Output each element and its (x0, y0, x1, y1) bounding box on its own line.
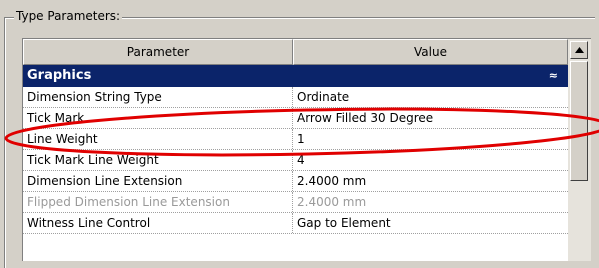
parameter-value: 2.4000 mm (297, 195, 367, 209)
table-row[interactable]: Tick Mark Arrow Filled 30 Degree (23, 108, 568, 129)
table-row[interactable]: Tick Mark Line Weight 4 (23, 150, 568, 171)
parameter-name: Tick Mark (23, 108, 293, 128)
group-header-graphics[interactable]: Graphics ≈ (23, 65, 568, 87)
table-row[interactable]: Dimension String Type Ordinate (23, 87, 568, 108)
grid-rows: Graphics ≈ Dimension String Type Ordinat… (23, 65, 568, 234)
table-row[interactable]: Dimension Line Extension 2.4000 mm (23, 171, 568, 192)
table-row: Flipped Dimension Line Extension 2.4000 … (23, 192, 568, 213)
column-header-parameter[interactable]: Parameter (23, 39, 293, 65)
scrollbar-thumb[interactable] (570, 61, 588, 181)
parameter-name: Flipped Dimension Line Extension (23, 192, 293, 212)
up-arrow-icon (575, 47, 584, 53)
table-row[interactable]: Line Weight 1 (23, 129, 568, 150)
grid-header: Parameter Value (23, 39, 568, 65)
parameter-name: Dimension Line Extension (23, 171, 293, 191)
parameter-value[interactable]: 1 (293, 129, 568, 149)
parameter-name: Tick Mark Line Weight (23, 150, 293, 170)
collapse-chevrons-icon[interactable]: ≈ (549, 65, 558, 87)
group-header-label: Graphics (27, 68, 92, 83)
parameter-name: Dimension String Type (23, 87, 293, 107)
parameter-value[interactable]: Gap to Element (293, 213, 568, 233)
parameter-value[interactable]: 2.4000 mm (293, 171, 568, 191)
parameter-value[interactable]: Ordinate (293, 87, 568, 107)
table-row[interactable]: Witness Line Control Gap to Element (23, 213, 568, 234)
parameter-value[interactable]: 4 (293, 150, 568, 170)
properties-grid: Parameter Value Graphics ≈ Dimension Str… (22, 38, 591, 261)
parameter-value[interactable]: Arrow Filled 30 Degree (293, 108, 568, 128)
vertical-scrollbar[interactable] (568, 39, 591, 261)
groupbox-title: Type Parameters: (14, 8, 123, 24)
column-header-value[interactable]: Value (293, 39, 568, 65)
parameter-name: Line Weight (23, 129, 293, 149)
scroll-up-button[interactable] (570, 41, 588, 59)
parameter-name: Witness Line Control (23, 213, 293, 233)
